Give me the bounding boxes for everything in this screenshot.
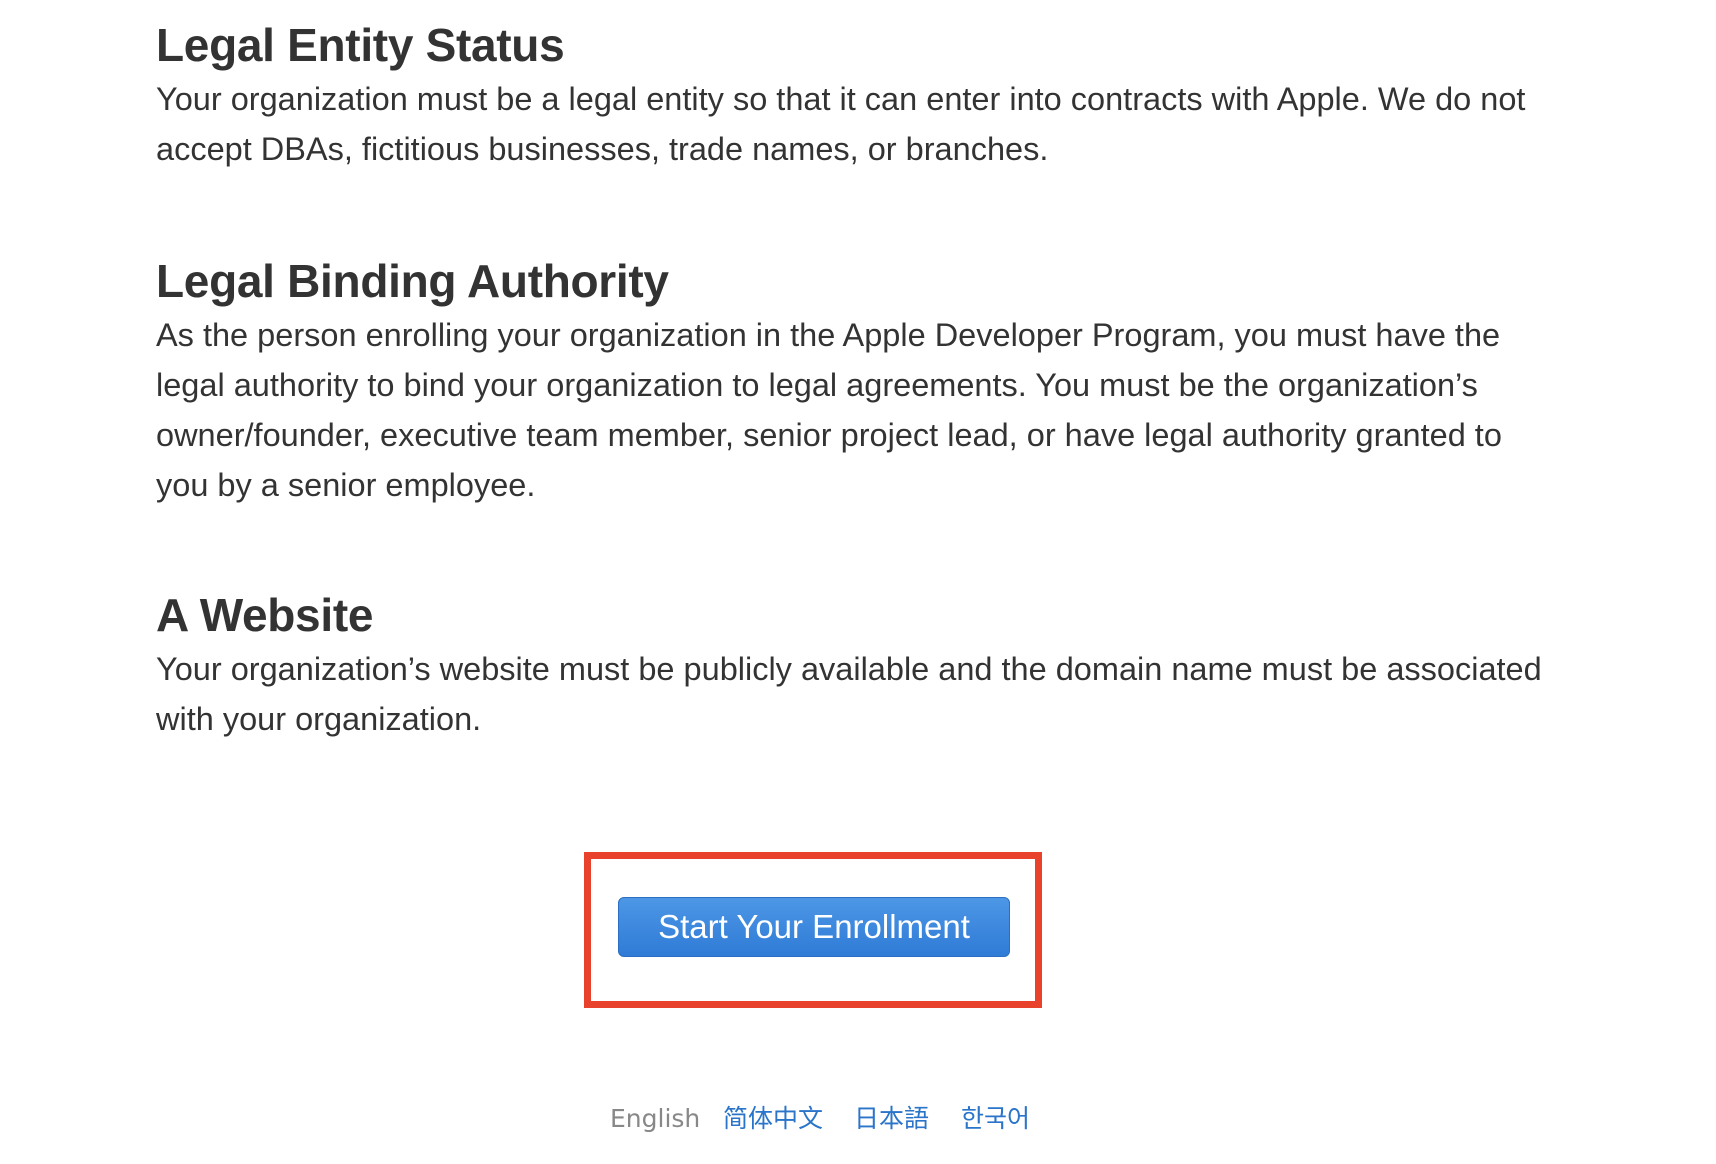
language-selector: English 简体中文 日本語 한국어 — [0, 1100, 1716, 1140]
section-a-website: A Website Your organization’s website mu… — [156, 586, 1656, 744]
start-enrollment-button[interactable]: Start Your Enrollment — [618, 897, 1010, 957]
language-korean-link[interactable]: 한국어 — [961, 1100, 1030, 1138]
section-body: Your organization’s website must be publ… — [156, 644, 1656, 744]
body-line: you by a senior employee. — [156, 467, 536, 503]
body-line: accept DBAs, fictitious businesses, trad… — [156, 131, 1049, 167]
language-japanese-link[interactable]: 日本語 — [854, 1100, 929, 1138]
section-legal-entity-status: Legal Entity Status Your organization mu… — [156, 16, 1656, 174]
body-line: Your organization’s website must be publ… — [156, 651, 1542, 687]
section-heading: Legal Binding Authority — [156, 255, 669, 307]
section-legal-binding-authority: Legal Binding Authority As the person en… — [156, 252, 1656, 510]
language-simplified-chinese-link[interactable]: 简体中文 — [723, 1100, 823, 1138]
language-english: English — [610, 1104, 701, 1133]
section-body: Your organization must be a legal entity… — [156, 74, 1656, 174]
section-heading: A Website — [156, 589, 374, 641]
body-line: As the person enrolling your organizatio… — [156, 317, 1501, 353]
section-heading: Legal Entity Status — [156, 19, 565, 71]
section-body: As the person enrolling your organizatio… — [156, 310, 1656, 510]
body-line: owner/founder, executive team member, se… — [156, 417, 1502, 453]
body-line: legal authority to bind your organizatio… — [156, 367, 1478, 403]
body-line: with your organization. — [156, 701, 482, 737]
body-line: Your organization must be a legal entity… — [156, 81, 1526, 117]
